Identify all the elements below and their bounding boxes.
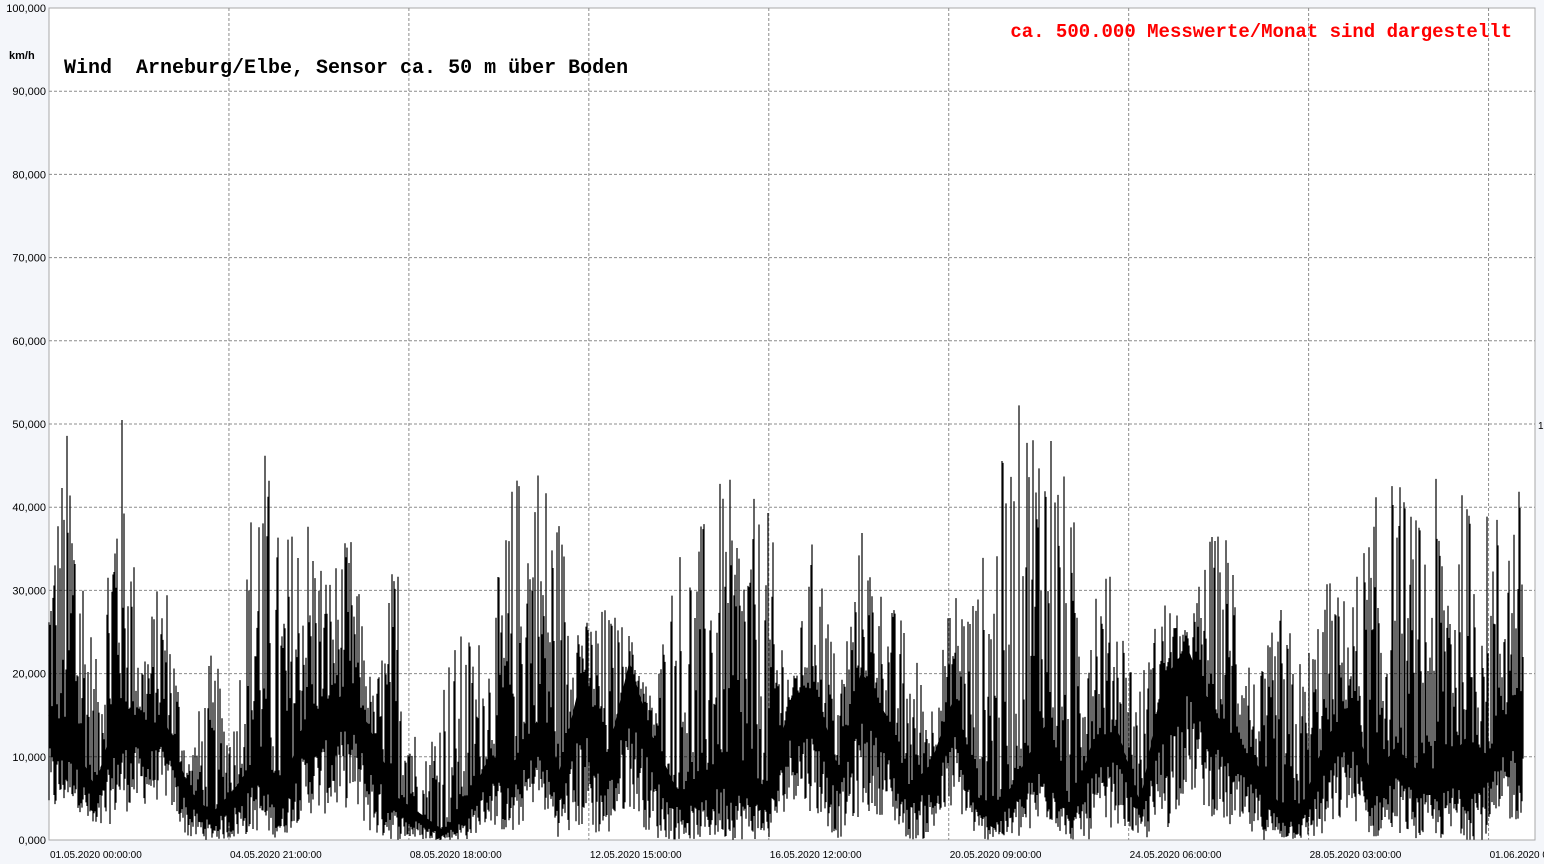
y-tick-label: 70,000 [12, 253, 46, 265]
y-tick-label: 10,000 [12, 752, 46, 764]
y-tick-label: 60,000 [12, 336, 46, 348]
x-tick-label: 12.05.2020 15:00:00 [590, 850, 682, 861]
y-tick-label: 100,000 [6, 3, 46, 15]
y-tick-label: 90,000 [12, 86, 46, 98]
x-tick-label: 28.05.2020 03:00:00 [1310, 850, 1402, 861]
y-tick-label: 30,000 [12, 585, 46, 597]
x-tick-label: 16.05.2020 12:00:00 [770, 850, 862, 861]
y-tick-labels: 0,000 10,000 20,000 30,000 40,000 50,000 60,00… [6, 3, 46, 847]
y-tick-label: 80,000 [12, 169, 46, 181]
x-tick-label: 08.05.2020 18:00:00 [410, 850, 502, 861]
chart-title: Wind Arneburg/Elbe, Sensor ca. 50 m über… [64, 57, 628, 80]
chart-svg: 0,000 10,000 20,000 30,000 40,000 50,000 60,00… [6, 3, 1544, 861]
y-axis-unit-label: km/h [9, 50, 35, 62]
x-tick-label: 24.05.2020 06:00:00 [1130, 850, 1222, 861]
measurement-note: ca. 500.000 Messwerte/Monat sind dargest… [1010, 21, 1512, 43]
x-tick-label: 04.05.2020 21:00:00 [230, 850, 322, 861]
wind-chart: 0,000 10,000 20,000 30,000 40,000 50,000 60,00… [0, 0, 1544, 864]
y-tick-label: 40,000 [12, 502, 46, 514]
x-tick-label: 01.06.2020 00:00:00 [1490, 850, 1544, 861]
y-tick-label: 0,000 [18, 835, 46, 847]
y-tick-label: 20,000 [12, 669, 46, 681]
x-tick-label: 20.05.2020 09:00:00 [950, 850, 1042, 861]
right-edge-marker: 1 [1538, 421, 1544, 432]
y-tick-label: 50,000 [12, 419, 46, 431]
x-tick-labels: 01.05.2020 00:00:00 04.05.2020 21:00:00 08… [50, 850, 1544, 861]
x-tick-label: 01.05.2020 00:00:00 [50, 850, 142, 861]
